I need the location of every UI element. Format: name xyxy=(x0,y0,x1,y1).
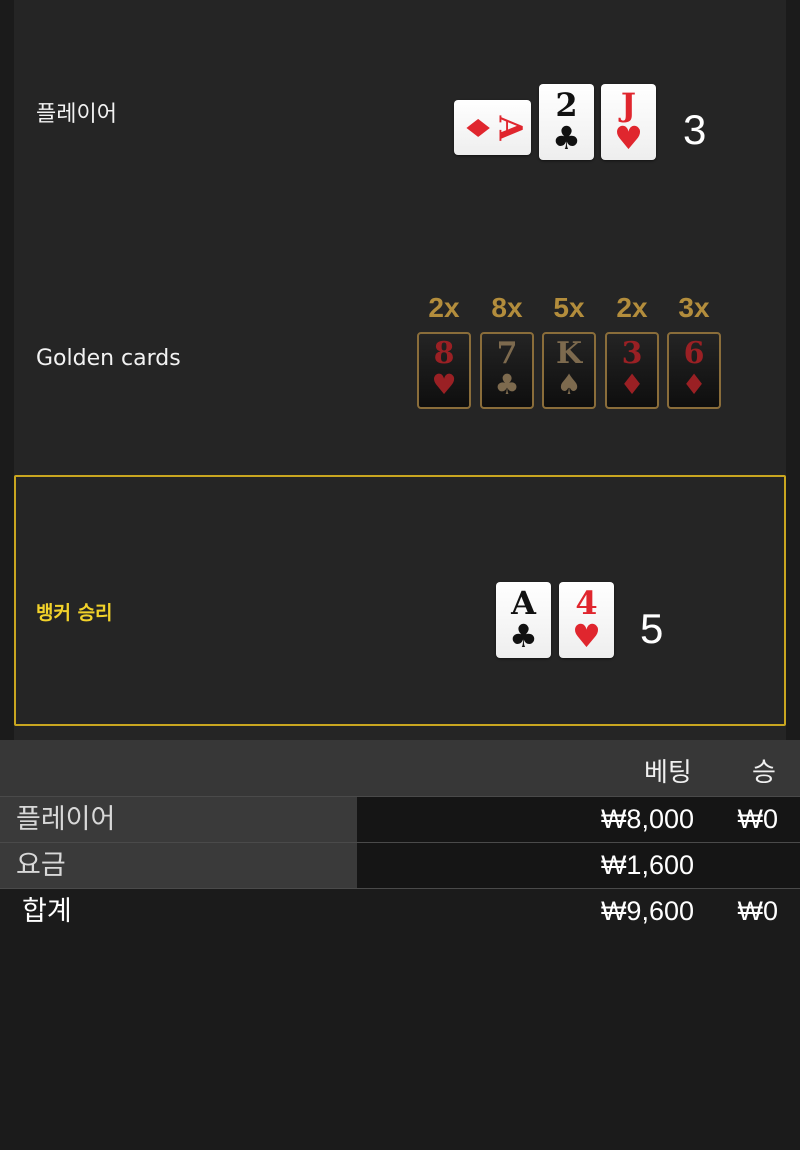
player-card-2-rank: 2 xyxy=(555,86,578,124)
club-icon: ♣ xyxy=(552,119,581,157)
bet-column-header: 베팅 xyxy=(644,758,692,788)
golden-card: 7 ♣ xyxy=(480,332,534,409)
banker-card-1-rank: A xyxy=(511,584,536,622)
golden-cards-label: Golden cards xyxy=(36,346,181,371)
banker-card-2-rank: 4 xyxy=(575,584,598,622)
total-label: 합계 xyxy=(22,896,72,927)
player-card-1-rank: A xyxy=(491,115,529,140)
golden-card-rank: 8 xyxy=(433,336,455,371)
golden-card: 8 ♥ xyxy=(417,332,471,409)
win-column-header: 승 xyxy=(752,758,776,788)
total-bet-amount: ₩9,600 xyxy=(600,896,694,926)
golden-card-rank: 7 xyxy=(496,336,518,371)
round-result-panel: 플레이어 A ♦ 2 ♣ J ♥ 3 Golden cards 2x 8 ♥ 8… xyxy=(14,0,786,740)
spade-icon: ♠ xyxy=(556,368,582,401)
golden-multiplier: 2x xyxy=(428,292,460,323)
total-win-amount: ₩0 xyxy=(737,896,779,926)
golden-card-rank: 3 xyxy=(621,336,643,371)
player-card-1: A ♦ xyxy=(454,100,531,155)
golden-multiplier: 3x xyxy=(678,292,710,323)
golden-multiplier: 2x xyxy=(616,292,648,323)
diamond-icon: ♦ xyxy=(681,368,707,401)
banker-card-2: 4 ♥ xyxy=(559,582,614,658)
golden-multiplier: 8x xyxy=(491,292,523,323)
row-label: 요금 xyxy=(0,843,357,888)
bet-amount: ₩8,000 xyxy=(600,804,694,834)
golden-multiplier: 5x xyxy=(553,292,585,323)
player-card-3-rank: J xyxy=(620,86,637,124)
golden-card-rank: 6 xyxy=(683,336,705,371)
heart-icon: ♥ xyxy=(614,119,643,157)
player-total: 3 xyxy=(683,106,707,153)
bet-summary-table: 베팅 승 플레이어 ₩8,000 ₩0 요금 ₩1,600 합계 ₩9,600 … xyxy=(0,740,800,934)
row-label: 플레이어 xyxy=(0,797,357,842)
bet-amount: ₩1,600 xyxy=(600,850,694,880)
golden-card: 6 ♦ xyxy=(667,332,721,409)
banker-card-1: A ♣ xyxy=(496,582,551,658)
result-screen: 플레이어 A ♦ 2 ♣ J ♥ 3 Golden cards 2x 8 ♥ 8… xyxy=(0,0,800,1150)
banker-win-label: 뱅커 승리 xyxy=(36,602,113,624)
golden-card: 3 ♦ xyxy=(605,332,659,409)
diamond-icon: ♦ xyxy=(458,113,496,142)
club-icon: ♣ xyxy=(509,617,538,655)
heart-icon: ♥ xyxy=(572,617,601,655)
player-card-2: 2 ♣ xyxy=(539,84,594,160)
table-row: 플레이어 ₩8,000 ₩0 xyxy=(0,796,800,842)
golden-card-rank: K xyxy=(555,336,583,371)
player-label: 플레이어 xyxy=(36,102,117,127)
heart-icon: ♥ xyxy=(431,368,457,401)
win-amount: ₩0 xyxy=(737,804,779,834)
club-icon: ♣ xyxy=(494,368,520,401)
banker-win-highlight xyxy=(14,475,786,726)
table-total-row: 합계 ₩9,600 ₩0 xyxy=(0,888,800,934)
player-card-3: J ♥ xyxy=(601,84,656,160)
table-header: 베팅 승 xyxy=(0,740,800,796)
golden-card: K ♠ xyxy=(542,332,596,409)
table-row: 요금 ₩1,600 xyxy=(0,842,800,888)
diamond-icon: ♦ xyxy=(619,368,645,401)
banker-total: 5 xyxy=(640,605,664,652)
